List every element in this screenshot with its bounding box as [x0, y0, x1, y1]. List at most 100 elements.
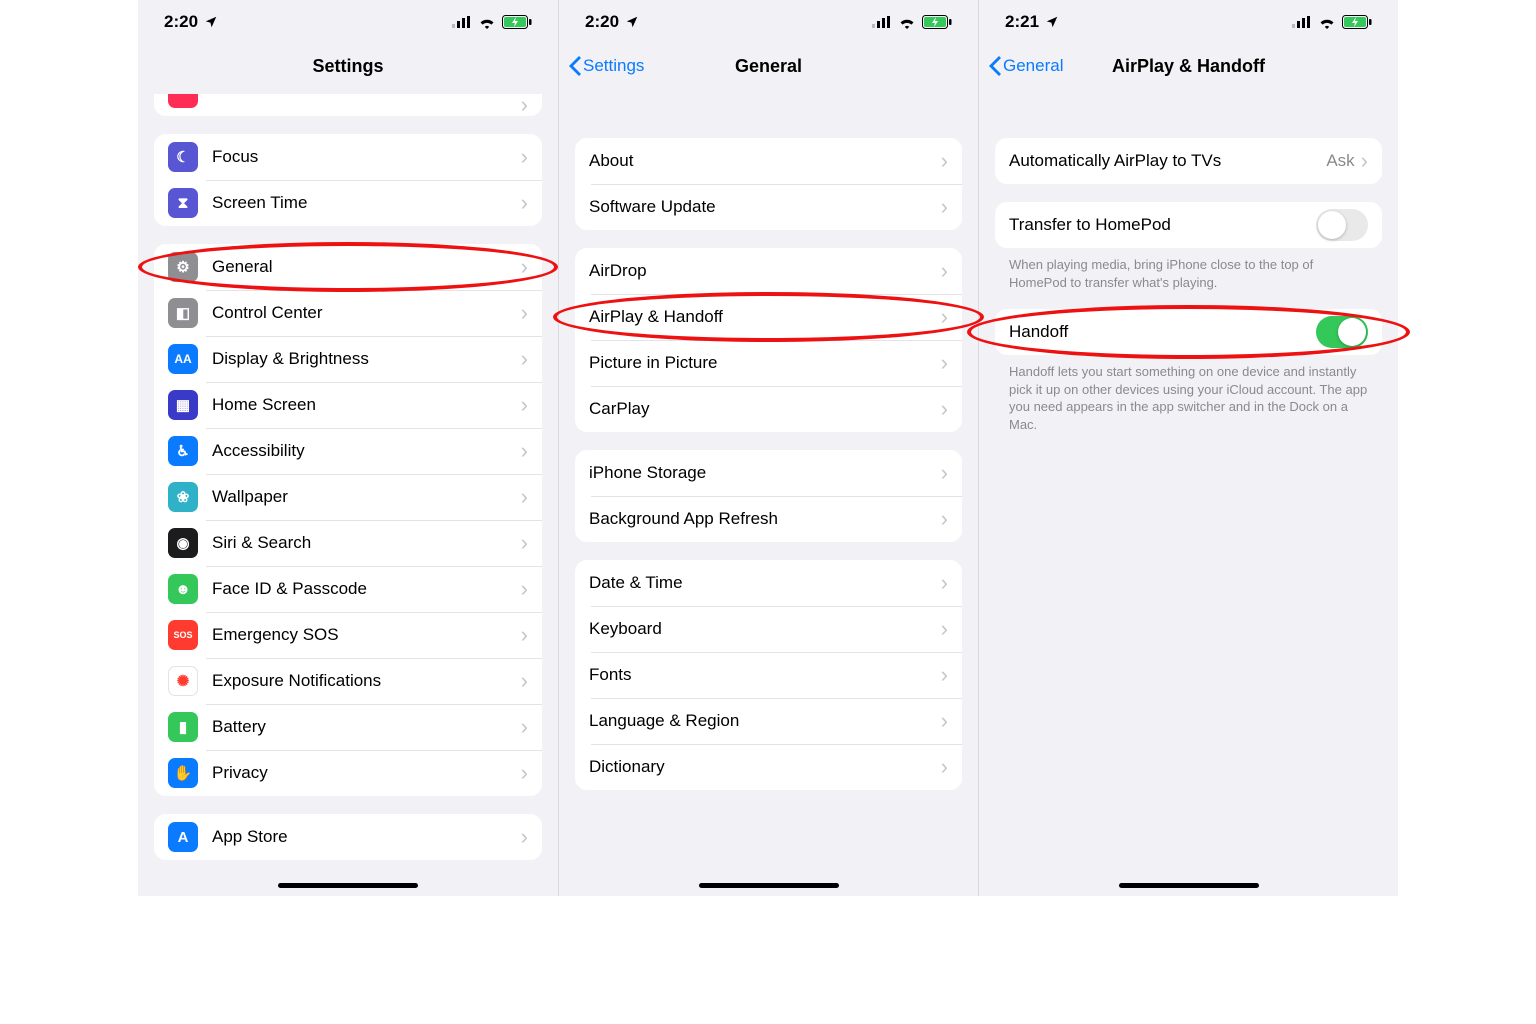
nav-title: Settings [138, 56, 558, 77]
row-label: Accessibility [212, 441, 521, 461]
status-bar: 2:21 [979, 0, 1398, 44]
row-icon: ▮ [168, 712, 198, 742]
toggle[interactable] [1316, 209, 1368, 241]
chevron-right-icon: › [521, 302, 528, 324]
settings-row[interactable]: About › [575, 138, 962, 184]
settings-row[interactable]: ✺ Exposure Notifications › [154, 658, 542, 704]
chevron-right-icon: › [941, 572, 948, 594]
settings-group: A App Store › [154, 814, 542, 860]
row-value: Ask [1326, 151, 1354, 171]
row-label: Focus [212, 147, 521, 167]
row-icon: ⧗ [168, 188, 198, 218]
row-label: Wallpaper [212, 487, 521, 507]
settings-row[interactable]: ◧ Control Center › [154, 290, 542, 336]
chevron-right-icon: › [941, 508, 948, 530]
row-icon: AA [168, 344, 198, 374]
row-icon: ◉ [168, 528, 198, 558]
row-label: iPhone Storage [589, 463, 941, 483]
chevron-right-icon: › [521, 394, 528, 416]
settings-row[interactable]: A App Store › [154, 814, 542, 860]
settings-row[interactable]: ❀ Wallpaper › [154, 474, 542, 520]
settings-row[interactable]: AA Display & Brightness › [154, 336, 542, 382]
settings-group: AirDrop › AirPlay & Handoff › Picture in… [575, 248, 962, 432]
row-label: Battery [212, 717, 521, 737]
settings-row[interactable]: ▮ Battery › [154, 704, 542, 750]
chevron-right-icon: › [521, 348, 528, 370]
settings-row[interactable]: Fonts › [575, 652, 962, 698]
settings-row[interactable]: Background App Refresh › [575, 496, 962, 542]
chevron-right-icon: › [1361, 150, 1368, 172]
settings-row[interactable]: Picture in Picture › [575, 340, 962, 386]
wifi-icon [478, 16, 496, 29]
row-label: Home Screen [212, 395, 521, 415]
row-icon: SOS [168, 620, 198, 650]
cellular-icon [1292, 16, 1312, 28]
row-label: Background App Refresh [589, 509, 941, 529]
row-icon [168, 94, 198, 108]
chevron-right-icon: › [521, 146, 528, 168]
cellular-icon [872, 16, 892, 28]
row-icon: ⚙ [168, 252, 198, 282]
row-label: Handoff [1009, 322, 1316, 342]
row-icon: A [168, 822, 198, 852]
toggle[interactable] [1316, 316, 1368, 348]
phone-panel: 2:21 General AirPlay & Handoff Automatic… [978, 0, 1398, 896]
settings-row[interactable]: Language & Region › [575, 698, 962, 744]
row-label: Keyboard [589, 619, 941, 639]
wifi-icon [898, 16, 916, 29]
row-label: General [212, 257, 521, 277]
back-button[interactable]: General [989, 56, 1063, 76]
settings-row[interactable]: ◉ Siri & Search › [154, 520, 542, 566]
status-bar: 2:20 [138, 0, 558, 44]
group-footer: When playing media, bring iPhone close t… [979, 248, 1398, 291]
settings-row[interactable]: Dictionary › [575, 744, 962, 790]
row-label: Privacy [212, 763, 521, 783]
settings-row[interactable]: ☻ Face ID & Passcode › [154, 566, 542, 612]
settings-row[interactable]: SOS Emergency SOS › [154, 612, 542, 658]
settings-row[interactable]: Date & Time › [575, 560, 962, 606]
chevron-right-icon: › [521, 486, 528, 508]
row-icon: ☻ [168, 574, 198, 604]
row-label: Face ID & Passcode [212, 579, 521, 599]
settings-row[interactable]: Transfer to HomePod [995, 202, 1382, 248]
settings-row[interactable]: iPhone Storage › [575, 450, 962, 496]
chevron-right-icon: › [941, 462, 948, 484]
settings-group: About › Software Update › [575, 138, 962, 230]
location-icon [204, 15, 218, 29]
settings-row[interactable]: Automatically AirPlay to TVs Ask› [995, 138, 1382, 184]
row-icon: ✺ [168, 666, 198, 696]
settings-group: ⚙ General › ◧ Control Center › AA Displa… [154, 244, 542, 796]
row-label: CarPlay [589, 399, 941, 419]
settings-row[interactable]: ▦ Home Screen › [154, 382, 542, 428]
row-icon: ▦ [168, 390, 198, 420]
settings-row[interactable]: AirPlay & Handoff › [575, 294, 962, 340]
row-label: Fonts [589, 665, 941, 685]
settings-row[interactable]: ⧗ Screen Time › [154, 180, 542, 226]
settings-row[interactable]: › [154, 94, 542, 116]
settings-row[interactable]: Handoff [995, 309, 1382, 355]
chevron-right-icon: › [521, 670, 528, 692]
cellular-icon [452, 16, 472, 28]
row-label: Picture in Picture [589, 353, 941, 373]
chevron-right-icon: › [521, 256, 528, 278]
back-label: General [1003, 56, 1063, 76]
settings-row[interactable]: ☾ Focus › [154, 134, 542, 180]
settings-row[interactable]: AirDrop › [575, 248, 962, 294]
home-indicator [1119, 883, 1259, 888]
settings-row[interactable]: ⚙ General › [154, 244, 542, 290]
settings-row[interactable]: Keyboard › [575, 606, 962, 652]
chevron-right-icon: › [941, 756, 948, 778]
settings-row[interactable]: ✋ Privacy › [154, 750, 542, 796]
chevron-right-icon: › [941, 196, 948, 218]
chevron-right-icon: › [941, 618, 948, 640]
back-button[interactable]: Settings [569, 56, 644, 76]
row-label: App Store [212, 827, 521, 847]
settings-row[interactable]: CarPlay › [575, 386, 962, 432]
settings-row[interactable]: ♿︎ Accessibility › [154, 428, 542, 474]
settings-row[interactable]: Software Update › [575, 184, 962, 230]
phone-panel: 2:20 Settings General About › [558, 0, 978, 896]
settings-group: Date & Time › Keyboard › Fonts › Languag… [575, 560, 962, 790]
location-icon [1045, 15, 1059, 29]
chevron-right-icon: › [941, 150, 948, 172]
chevron-right-icon: › [941, 398, 948, 420]
